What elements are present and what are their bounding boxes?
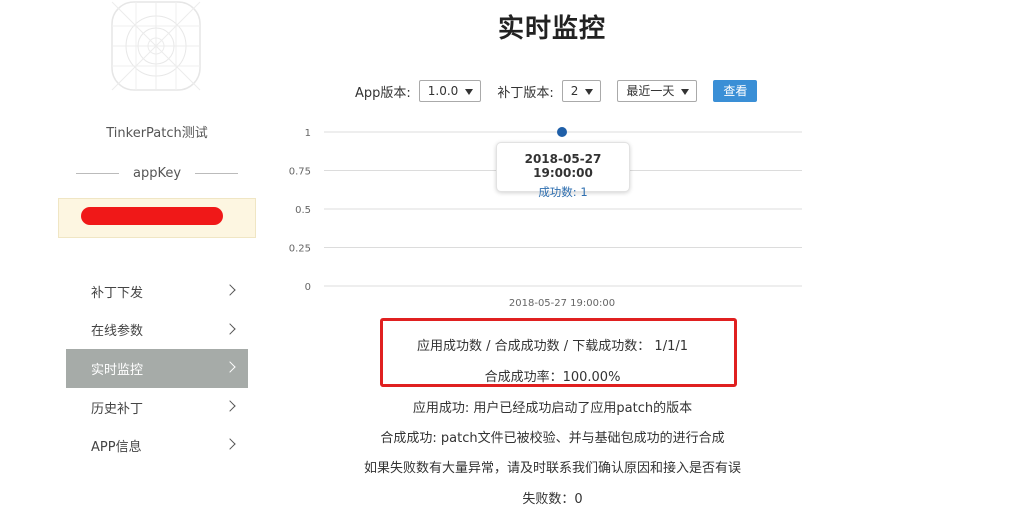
page-title: 实时监控	[497, 14, 606, 44]
app-name: TinkerPatch测试	[106, 126, 208, 141]
chevron-right-icon	[224, 438, 236, 451]
chevron-right-icon	[224, 400, 236, 412]
sidebar-item-patch-release[interactable]: 补丁下发	[66, 272, 248, 311]
appkey-box: c4fccc0c0bb0ab0a	[58, 198, 256, 238]
divider-line	[195, 172, 239, 174]
y-tick-label: 1	[305, 128, 311, 139]
time-range-value: 最近一天	[626, 84, 675, 98]
patch-version-select[interactable]: 2	[561, 80, 602, 102]
app-placeholder-icon	[111, 1, 201, 91]
sidebar-menu: 补丁下发 在线参数 实时监控 历史补丁 APP信息	[66, 272, 248, 465]
sidebar-item-label: 在线参数	[91, 324, 144, 340]
divider-line	[76, 172, 119, 174]
y-tick-label: 0.75	[289, 167, 311, 178]
sidebar-item-label: 补丁下发	[91, 285, 144, 301]
success-counts-text: 应用成功数 / 合成成功数 / 下载成功数： 1/1/1	[417, 339, 688, 354]
redaction-scribble	[81, 207, 223, 225]
app-version-select[interactable]: 1.0.0	[418, 80, 482, 102]
data-point	[557, 127, 567, 137]
caret-down-icon	[681, 89, 690, 95]
tooltip-time: 2018-05-27 19:00:00	[524, 152, 602, 180]
patch-version-value: 2	[570, 84, 579, 98]
tooltip-success-label: 成功数:	[538, 185, 577, 199]
view-button[interactable]: 查看	[713, 80, 758, 102]
app-version-label: App版本:	[355, 85, 411, 101]
caret-down-icon	[585, 89, 594, 95]
sidebar-item-realtime-monitor[interactable]: 实时监控	[66, 349, 248, 388]
sidebar-item-label: APP信息	[91, 440, 142, 456]
tooltip-body: 成功数: 1	[497, 184, 629, 200]
app-version-value: 1.0.0	[427, 84, 459, 98]
x-tick-label: 2018-05-27 19:00:00	[509, 298, 615, 309]
y-tick-label: 0.5	[295, 205, 311, 216]
note-apply-success: 应用成功: 用户已经成功启动了应用patch的版本	[412, 401, 693, 416]
y-tick-label: 0.25	[289, 244, 311, 255]
time-range-select[interactable]: 最近一天	[617, 80, 698, 102]
failure-count-text: 失败数：0	[522, 492, 583, 507]
chart-tooltip: 2018-05-27 19:00:00 成功数: 1	[496, 142, 630, 199]
filter-bar: App版本: 1.0.0 补丁版本: 2 最近一天 查看	[355, 79, 758, 103]
success-rate-text: 合成成功率：100.00%	[484, 370, 621, 385]
chevron-right-icon	[224, 284, 236, 296]
sidebar-item-label: 历史补丁	[91, 401, 144, 417]
caret-down-icon	[465, 89, 474, 95]
note-contact: 如果失败数有大量异常，请及时联系我们确认原因和接入是否有误	[363, 461, 741, 476]
note-merge-success: 合成成功: patch文件已被校验、并与基础包成功的进行合成	[380, 431, 725, 446]
sidebar-item-label: 实时监控	[91, 362, 144, 378]
patch-version-label: 补丁版本:	[497, 85, 554, 101]
chevron-right-icon	[224, 361, 236, 373]
sidebar-item-patch-history[interactable]: 历史补丁	[66, 388, 248, 427]
sidebar: TinkerPatch测试 appKey c4fccc0c0bb0ab0a 补丁…	[58, 0, 256, 526]
appkey-divider: appKey	[76, 163, 239, 183]
chevron-right-icon	[224, 322, 236, 335]
tooltip-success-value: 1	[580, 185, 588, 199]
y-tick-label: 0	[305, 282, 311, 293]
appkey-label: appKey	[132, 165, 182, 181]
sidebar-item-app-info[interactable]: APP信息	[66, 426, 248, 465]
sidebar-item-online-params[interactable]: 在线参数	[66, 311, 248, 350]
